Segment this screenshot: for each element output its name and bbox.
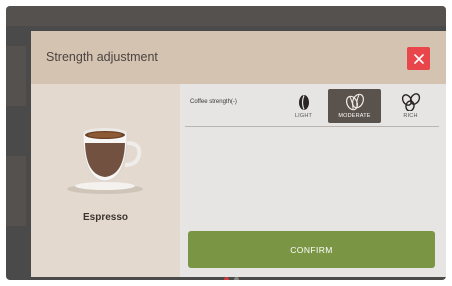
strength-option-label: LIGHT (294, 113, 313, 119)
dialog-title: Strength adjustment (46, 50, 158, 64)
close-button[interactable] (407, 47, 430, 70)
double-bean-icon (345, 93, 364, 111)
machine-screen: Strength adjustment Espresso Coffee stre… (6, 6, 446, 280)
background-top-bar (6, 6, 446, 26)
strength-option-light[interactable]: LIGHT (277, 89, 330, 123)
strength-option-label: RICH (403, 113, 418, 119)
page-dot-active[interactable] (224, 277, 229, 280)
divider (185, 126, 439, 127)
single-bean-icon (298, 94, 309, 110)
background-tile (6, 46, 26, 106)
background-tile (6, 156, 26, 226)
strength-panel: Coffee strength(-) LIGHT MODERATE RICH C… (180, 84, 446, 277)
strength-option-label: MODERATE (338, 113, 371, 119)
espresso-cup-icon (67, 128, 143, 194)
strength-option-rich[interactable]: RICH (384, 89, 437, 123)
strength-dialog: Strength adjustment Espresso Coffee stre… (31, 31, 446, 277)
confirm-button[interactable]: CONFIRM (188, 231, 435, 268)
dialog-header: Strength adjustment (31, 31, 446, 84)
product-panel: Espresso (31, 84, 180, 277)
strength-option-moderate[interactable]: MODERATE (328, 89, 381, 123)
pagination-dots (224, 277, 239, 280)
page-dot[interactable] (234, 277, 239, 280)
product-name: Espresso (82, 212, 129, 223)
close-icon (413, 53, 424, 64)
triple-bean-icon (401, 93, 420, 111)
strength-label: Coffee strength(-) (190, 99, 237, 105)
